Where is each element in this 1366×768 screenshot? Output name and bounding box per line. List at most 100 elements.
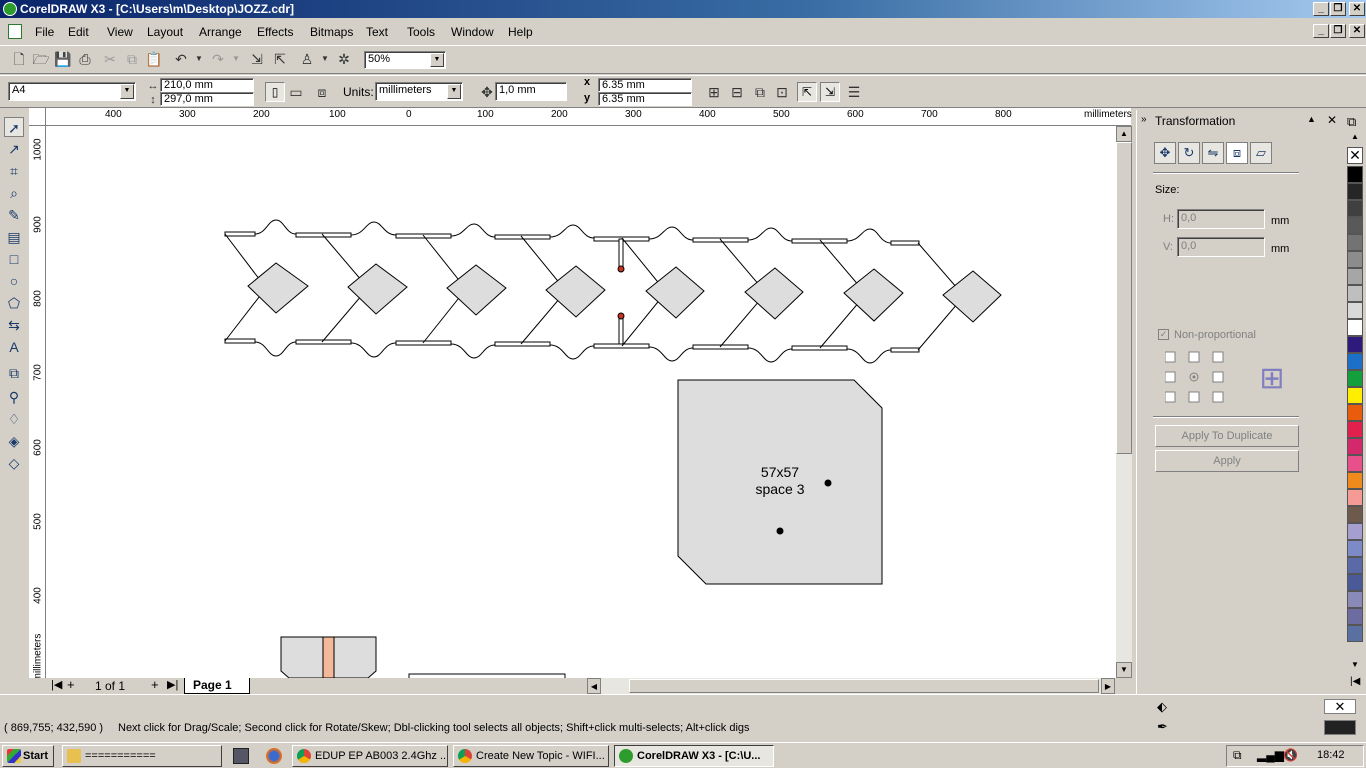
color-swatch[interactable] (1347, 557, 1363, 574)
add-page-after-icon[interactable]: + (151, 677, 159, 692)
non-proportional-checkbox[interactable]: ✓ (1158, 329, 1169, 340)
docker-expand-icon[interactable]: » (1141, 114, 1147, 125)
color-swatch[interactable] (1347, 285, 1363, 302)
launcher-dropdown-icon[interactable]: ▼ (316, 50, 334, 68)
add-page-before-icon[interactable]: + (67, 677, 75, 692)
import-icon[interactable]: ⇲ (248, 50, 266, 68)
options-icon[interactable]: ☰ (845, 83, 863, 101)
h-scroll-thumb[interactable] (629, 679, 1099, 693)
interactive-fill-tool-icon[interactable]: ◇ (4, 453, 24, 473)
color-swatch[interactable] (1347, 166, 1363, 183)
interactive-blend-tool-icon[interactable]: ⧉ (4, 363, 24, 383)
start-button[interactable]: Start (2, 745, 54, 767)
scroll-thumb[interactable] (1116, 142, 1132, 454)
menu-text[interactable]: Text (366, 25, 388, 39)
outline-tool-icon[interactable]: ♢ (4, 409, 24, 429)
skew-icon[interactable]: ▱ (1250, 142, 1272, 164)
color-swatch[interactable] (1347, 472, 1363, 489)
h-size-field[interactable]: 0,0 (1177, 209, 1265, 229)
palette-flyout-icon[interactable]: |◀ (1350, 676, 1360, 687)
menu-effects[interactable]: Effects (257, 25, 293, 39)
vertical-scrollbar[interactable]: ▲ ▼ (1116, 126, 1132, 678)
v-size-field[interactable]: 0,0 (1177, 237, 1265, 257)
doc-restore-button[interactable]: ❐ (1330, 24, 1346, 38)
color-swatch[interactable] (1347, 455, 1363, 472)
task-chrome-edup[interactable]: EDUP EP AB003 2.4Ghz ... (292, 745, 448, 767)
task-chrome-topic[interactable]: Create New Topic - WIFI... (453, 745, 609, 767)
menu-layout[interactable]: Layout (147, 25, 183, 39)
doc-close-button[interactable]: ✕ (1349, 24, 1365, 38)
treat-as-filled-button[interactable]: ⇱ (797, 82, 817, 102)
color-swatch[interactable] (1347, 489, 1363, 506)
portrait-button[interactable]: ▯ (265, 82, 285, 102)
export-icon[interactable]: ⇱ (271, 50, 289, 68)
crop-tool-icon[interactable]: ⌗ (4, 161, 24, 181)
minimize-button[interactable]: _ (1313, 2, 1329, 16)
scroll-left-icon[interactable]: ◀ (587, 678, 601, 694)
color-swatch[interactable] (1347, 234, 1363, 251)
anchor-grid[interactable] (1164, 350, 1225, 404)
palette-scroll-up-icon[interactable]: ▲ (1351, 132, 1359, 141)
basic-shapes-tool-icon[interactable]: ⇆ (4, 315, 24, 335)
feed-point-markers[interactable] (617, 238, 625, 345)
text-tool-icon[interactable]: A (4, 337, 24, 357)
corel-online-icon[interactable]: ✲ (335, 50, 353, 68)
undo-icon[interactable]: ↶ (172, 50, 190, 68)
landscape-icon[interactable]: ▭ (287, 83, 305, 101)
polygon-tool-icon[interactable]: ⬠ (4, 293, 24, 313)
snap-guidelines-icon[interactable]: ⊟ (728, 83, 746, 101)
horizontal-ruler[interactable]: 400 300 200 100 0 100 200 300 400 500 60… (46, 108, 1132, 126)
restore-button[interactable]: ❐ (1330, 2, 1346, 16)
fill-none-swatch[interactable]: ✕ (1324, 699, 1356, 714)
scroll-right-icon[interactable]: ▶ (1101, 678, 1115, 694)
color-swatch[interactable] (1347, 302, 1363, 319)
undo-dropdown-icon[interactable]: ▼ (190, 50, 208, 68)
network-icon[interactable]: ▂▄▆ (1257, 748, 1284, 762)
box-dot[interactable] (824, 479, 832, 487)
color-swatch[interactable] (1347, 506, 1363, 523)
antenna-elements[interactable] (224, 233, 1002, 351)
menu-help[interactable]: Help (508, 25, 533, 39)
task-explorer[interactable]: =========== (62, 745, 222, 767)
scroll-up-icon[interactable]: ▲ (1116, 126, 1132, 142)
fill-tool-icon[interactable]: ◈ (4, 431, 24, 451)
color-swatch[interactable] (1347, 370, 1363, 387)
nudge-offset-field[interactable]: 1,0 mm (495, 82, 567, 101)
color-swatch[interactable] (1347, 523, 1363, 540)
vertical-ruler[interactable]: 1000 900 800 700 600 500 400 millimeters (29, 126, 46, 681)
color-swatch[interactable] (1347, 268, 1363, 285)
bottom-connector-shape[interactable] (280, 636, 377, 678)
box-text-space[interactable]: space 3 (755, 481, 804, 497)
box-dot[interactable] (776, 527, 784, 535)
redo-dropdown-icon[interactable]: ▼ (227, 50, 245, 68)
close-button[interactable]: ✕ (1349, 2, 1365, 16)
doc-minimize-button[interactable]: _ (1313, 24, 1329, 38)
scroll-down-icon[interactable]: ▼ (1116, 662, 1132, 678)
paper-height-field[interactable]: 297,0 mm (160, 92, 254, 106)
color-swatch[interactable] (1347, 319, 1363, 336)
palette-scroll-down-icon[interactable]: ▼ (1351, 660, 1359, 669)
docker-collapse-icon[interactable]: ▲ (1307, 114, 1316, 124)
menu-edit[interactable]: Edit (68, 25, 89, 39)
smart-fill-tool-icon[interactable]: ▤ (4, 227, 24, 247)
apply-to-duplicate-button[interactable]: Apply To Duplicate (1155, 425, 1299, 447)
menu-arrange[interactable]: Arrange (199, 25, 242, 39)
save-icon[interactable]: 💾 (54, 50, 72, 68)
document-icon[interactable] (8, 24, 22, 39)
task-coreldraw[interactable]: CorelDRAW X3 - [C:\U... (614, 745, 774, 767)
color-swatch[interactable] (1347, 421, 1363, 438)
color-swatch[interactable] (1347, 353, 1363, 370)
color-swatch[interactable] (1347, 438, 1363, 455)
menu-window[interactable]: Window (451, 25, 494, 39)
color-swatch[interactable] (1347, 251, 1363, 268)
volume-muted-icon[interactable]: 🔇 (1283, 748, 1298, 762)
print-icon[interactable]: ⎙ (76, 50, 94, 68)
ellipse-tool-icon[interactable]: ○ (4, 271, 24, 291)
size-icon[interactable]: ⧈ (1226, 142, 1248, 164)
quicklaunch-icon[interactable] (233, 748, 249, 764)
eyedropper-tool-icon[interactable]: ⚲ (4, 387, 24, 407)
drawing-svg[interactable]: 57x57 space 3 (46, 126, 1116, 678)
units-dropdown-icon[interactable]: ▼ (447, 84, 461, 99)
color-swatch[interactable] (1347, 591, 1363, 608)
paper-type-select[interactable]: A4 ▼ (8, 82, 136, 101)
